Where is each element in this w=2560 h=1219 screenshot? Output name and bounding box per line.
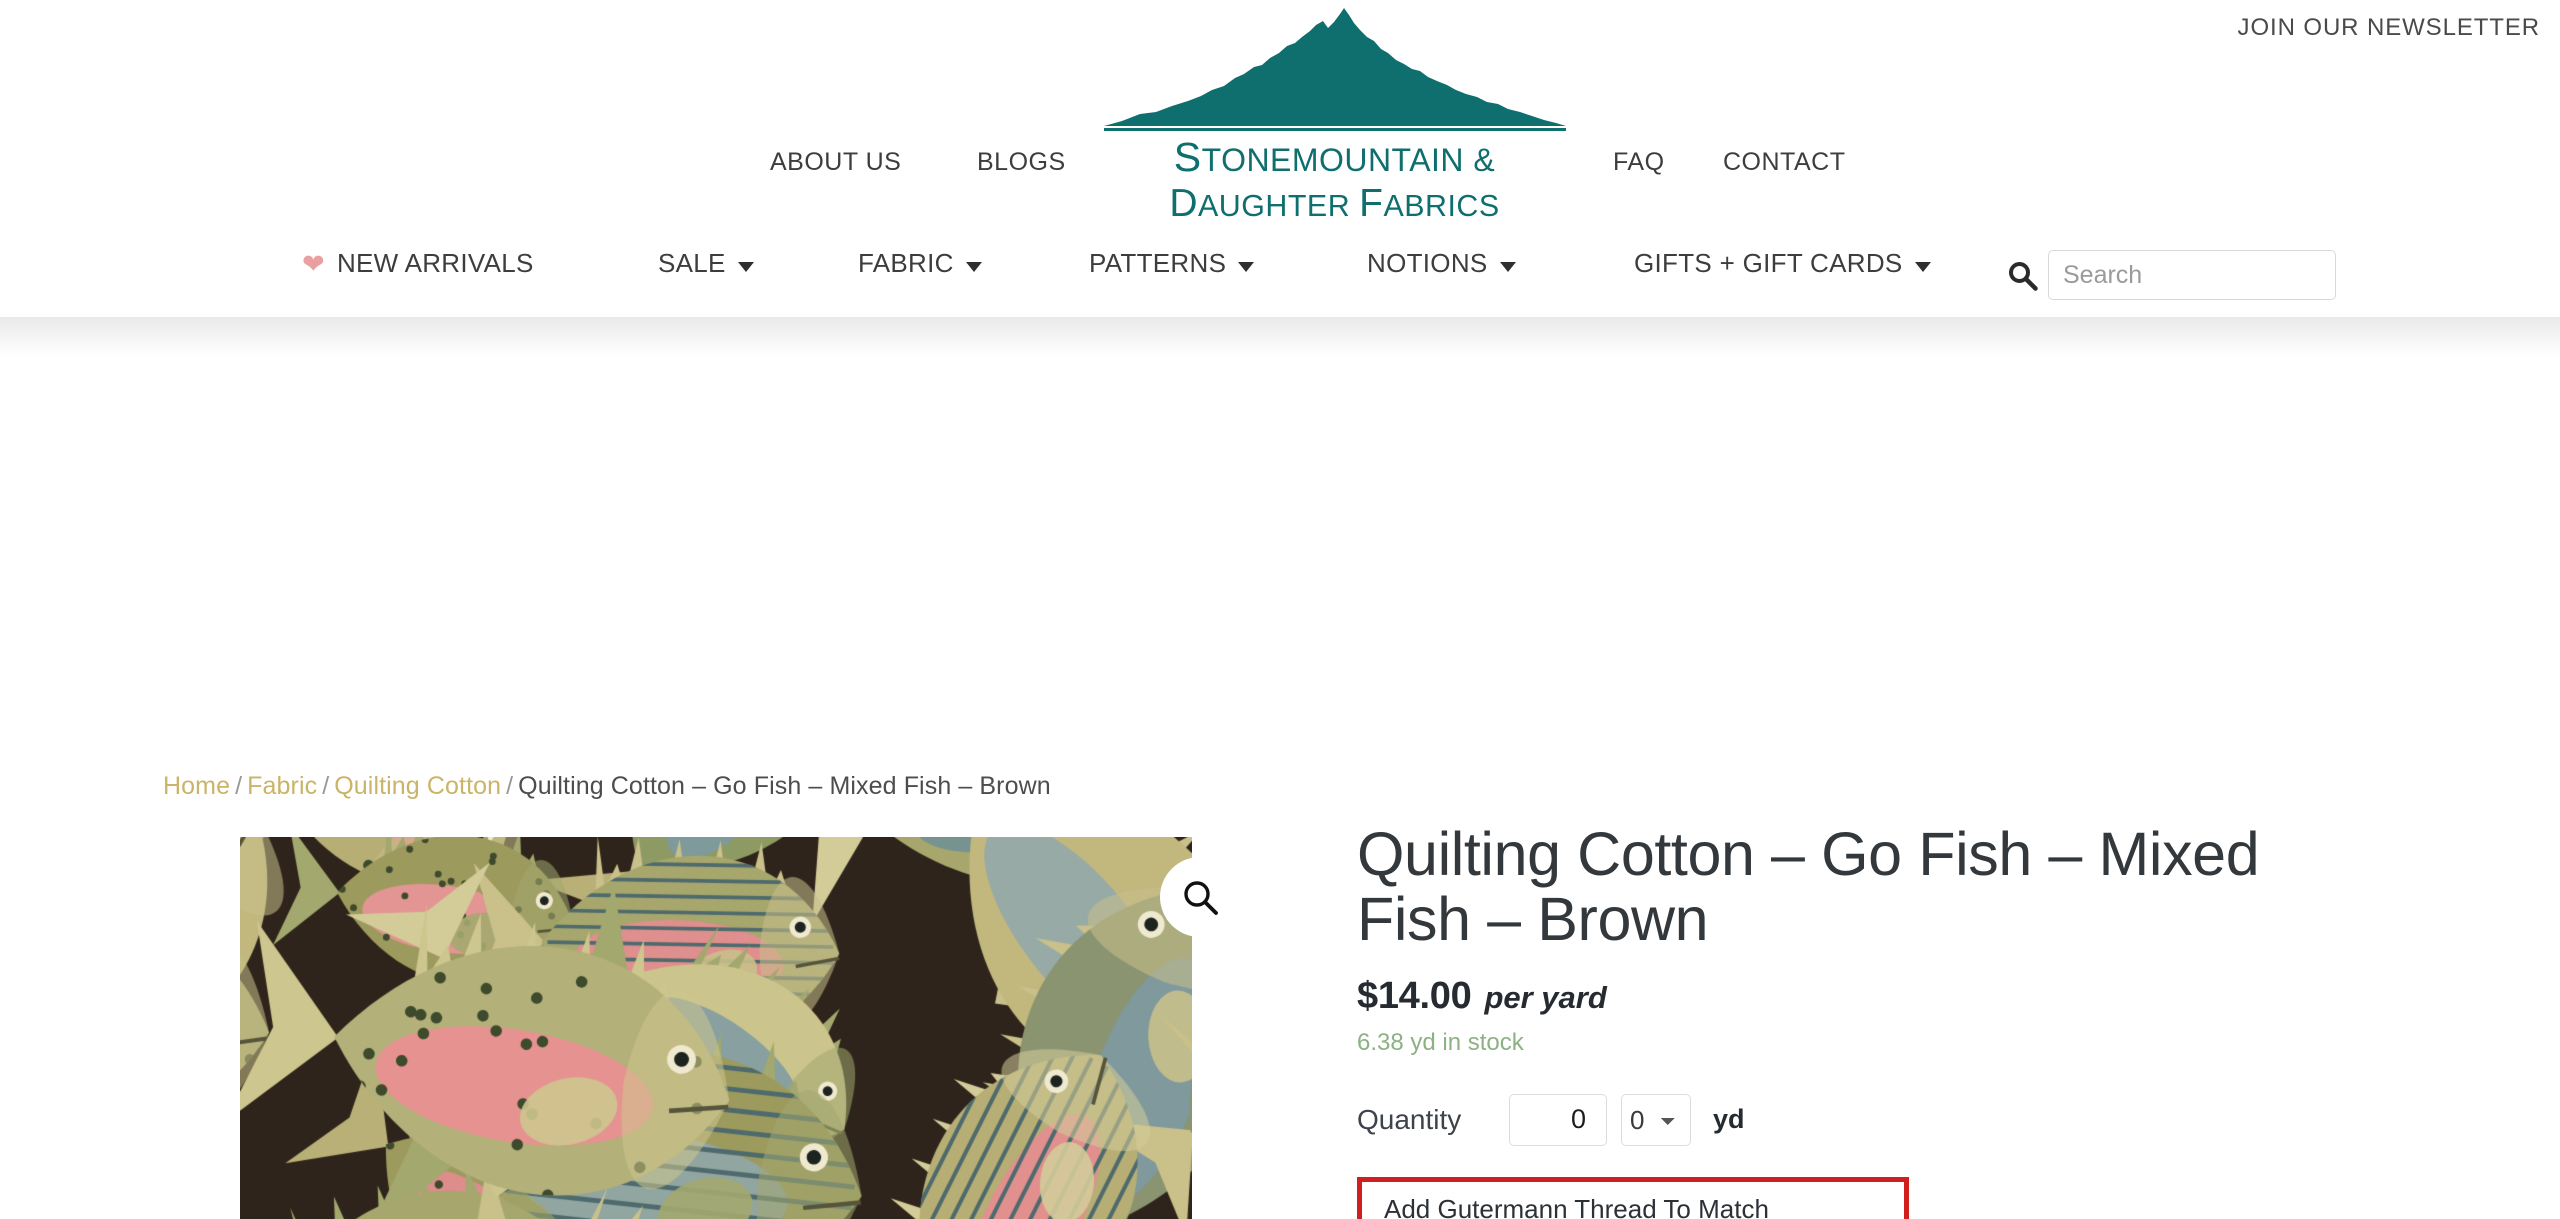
nav-item-gifts-label: GIFTS + GIFT CARDS	[1634, 248, 1903, 278]
site-header: JOIN OUR NEWSLETTER STONEMOUNTAIN & DAUG…	[0, 0, 2560, 317]
chevron-down-icon	[1238, 261, 1255, 272]
product-price: $14.00	[1357, 974, 1472, 1017]
quantity-label: Quantity	[1357, 1103, 1462, 1135]
nav-link-blogs[interactable]: BLOGS	[977, 148, 1066, 177]
nav-item-sale[interactable]: SALE	[658, 248, 754, 279]
nav-item-notions-label: NOTIONS	[1367, 248, 1488, 278]
utility-bar: JOIN OUR NEWSLETTER	[2238, 0, 2560, 56]
logo-text-2a: D	[1169, 182, 1198, 225]
breadcrumb-item-fabric[interactable]: Fabric	[247, 772, 317, 800]
breadcrumb-item-home[interactable]: Home	[163, 772, 230, 800]
nav-item-notions[interactable]: NOTIONS	[1367, 248, 1516, 279]
nav-link-faq[interactable]: FAQ	[1613, 148, 1665, 177]
quantity-row: Quantity 0 yd	[1357, 1093, 2437, 1146]
search-icon[interactable]	[2006, 259, 2040, 293]
heart-icon: ❤	[302, 249, 325, 279]
search-box[interactable]	[2009, 250, 2336, 300]
breadcrumb-separator: /	[506, 772, 514, 800]
logo-text-1a: S	[1173, 134, 1202, 180]
product-image[interactable]	[240, 837, 1192, 1219]
logo-text-1b: TONEMOUNTAIN &	[1201, 142, 1496, 178]
quantity-fraction-select[interactable]: 0	[1621, 1093, 1691, 1146]
breadcrumb-separator: /	[322, 772, 330, 800]
mountain-icon	[1103, 8, 1566, 126]
stock-status: 6.38 yd in stock	[1357, 1028, 1524, 1056]
product-price-unit: per yard	[1484, 979, 1607, 1015]
chevron-down-icon	[737, 261, 754, 272]
main-content: Home / Fabric / Quilting Cotton / Quilting Cot…	[0, 317, 2560, 1219]
quantity-input[interactable]	[1509, 1093, 1607, 1146]
nav-item-sale-label: SALE	[658, 248, 726, 278]
chevron-down-icon	[1499, 261, 1516, 272]
nav-item-new-arrivals-label: NEW ARRIVALS	[336, 248, 534, 278]
breadcrumb-separator: /	[235, 772, 243, 800]
zoom-image-button[interactable]	[1160, 857, 1240, 937]
logo-text-2d: ABRICS	[1383, 189, 1500, 223]
chevron-down-icon	[965, 261, 982, 272]
chevron-down-icon	[1914, 261, 1931, 272]
magnifier-icon[interactable]	[1182, 879, 1220, 917]
nav-link-contact[interactable]: CONTACT	[1723, 148, 1845, 177]
logo-divider	[1103, 128, 1566, 131]
product-summary: Quilting Cotton – Go Fish – Mixed Fish –…	[1357, 820, 2437, 1219]
site-logo[interactable]: STONEMOUNTAIN & DAUGHTER FABRICS	[1097, 8, 1572, 223]
product-title: Quilting Cotton – Go Fish – Mixed Fish –…	[1357, 820, 2260, 954]
breadcrumb-item-current: Quilting Cotton – Go Fish – Mixed Fish –…	[518, 772, 1051, 800]
nav-item-new-arrivals[interactable]: ❤ NEW ARRIVALS	[302, 248, 534, 279]
thread-addon-box: Add Gutermann Thread To Match 110 yard s…	[1357, 1176, 1909, 1219]
nav-item-patterns-label: PATTERNS	[1089, 248, 1227, 278]
logo-text-2c: F	[1359, 182, 1384, 225]
breadcrumb: Home / Fabric / Quilting Cotton / Quilting Cot…	[163, 772, 1051, 801]
logo-line-1: STONEMOUNTAIN &	[1097, 137, 1572, 178]
nav-item-fabric-label: FABRIC	[858, 248, 954, 278]
logo-text-2b: AUGHTER	[1198, 189, 1360, 223]
nav-item-fabric[interactable]: FABRIC	[858, 248, 982, 279]
nav-item-patterns[interactable]: PATTERNS	[1089, 248, 1255, 279]
logo-line-2: DAUGHTER FABRICS	[1097, 184, 1572, 223]
breadcrumb-item-quilting-cotton[interactable]: Quilting Cotton	[334, 772, 501, 800]
search-input[interactable]	[2049, 251, 2335, 299]
nav-link-about-us[interactable]: ABOUT US	[770, 148, 901, 177]
newsletter-link[interactable]: JOIN OUR NEWSLETTER	[2238, 14, 2540, 42]
thread-addon-title: Add Gutermann Thread To Match	[1384, 1193, 1769, 1219]
quantity-unit: yd	[1713, 1104, 1745, 1135]
product-image-canvas[interactable]	[240, 837, 1192, 1219]
nav-item-gifts[interactable]: GIFTS + GIFT CARDS	[1634, 248, 1931, 279]
price-row: $14.00 per yard	[1357, 975, 2437, 1018]
